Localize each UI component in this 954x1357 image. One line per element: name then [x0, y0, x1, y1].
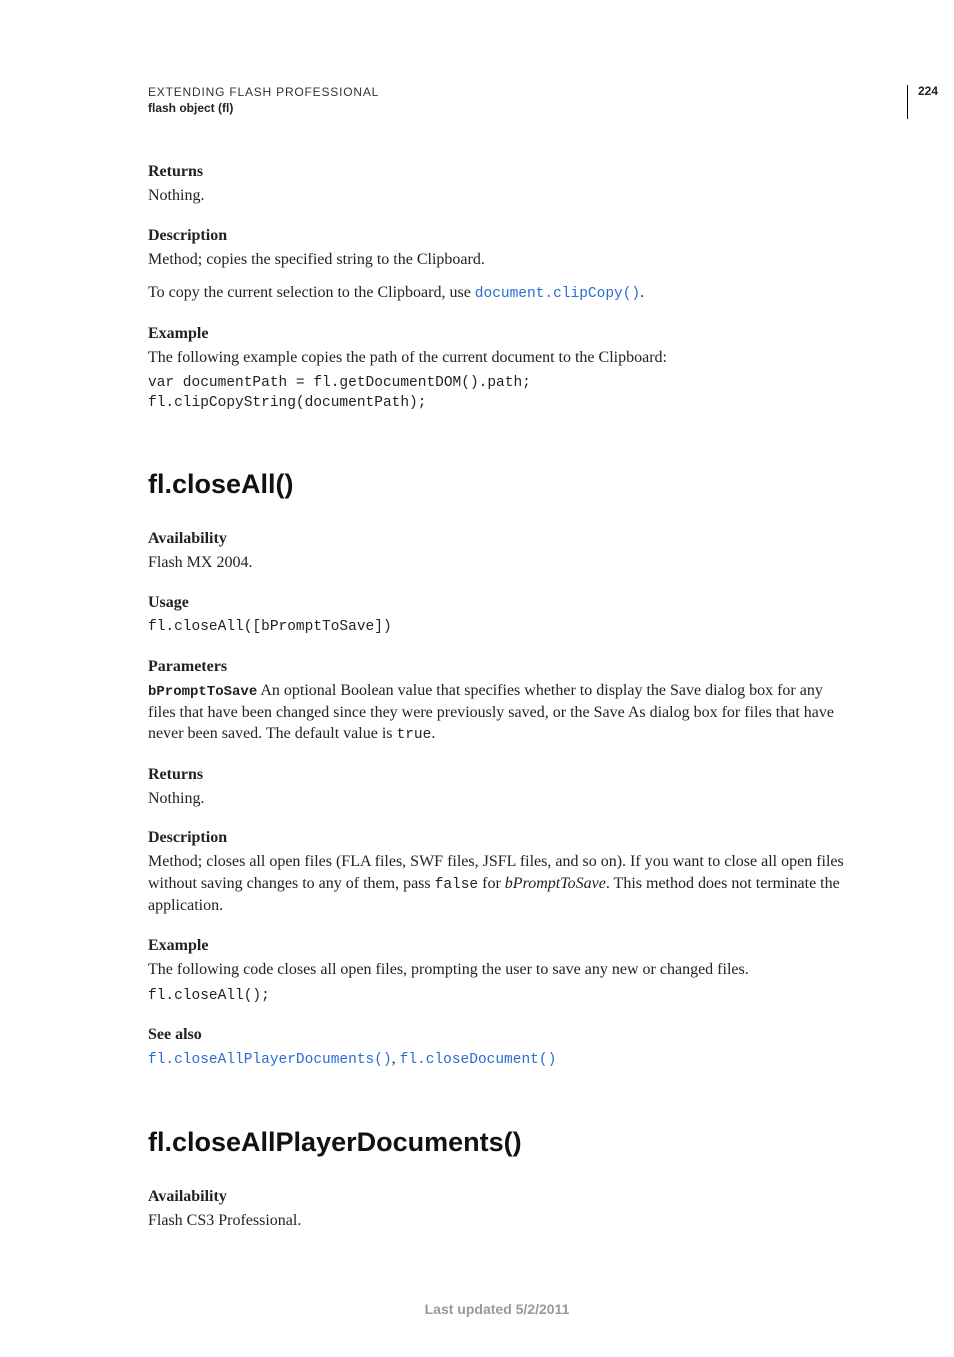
- link-document-clipcopy[interactable]: document.clipCopy(): [475, 286, 640, 302]
- section-closeall: fl.closeAll() Availability Flash MX 2004…: [148, 469, 846, 1070]
- text: To copy the current selection to the Cli…: [148, 284, 475, 301]
- description-body-2: To copy the current selection to the Cli…: [148, 282, 846, 305]
- parameters-heading: Parameters: [148, 658, 846, 676]
- usage-code: fl.closeAll([bPromptToSave]): [148, 618, 846, 638]
- param-name: bPromptToSave: [148, 684, 257, 700]
- link-closeallplayerdocuments[interactable]: fl.closeAllPlayerDocuments(): [148, 1052, 392, 1068]
- example-heading: Example: [148, 325, 846, 343]
- api-title-closeall: fl.closeAll(): [148, 469, 846, 500]
- returns-heading: Returns: [148, 766, 846, 784]
- availability-body: Flash MX 2004.: [148, 552, 846, 574]
- description-body: Method; copies the specified string to t…: [148, 249, 846, 271]
- example-body: The following example copies the path of…: [148, 347, 846, 369]
- returns-body: Nothing.: [148, 185, 846, 207]
- header-title: EXTENDING FLASH PROFESSIONAL: [148, 85, 846, 99]
- page-header: EXTENDING FLASH PROFESSIONAL flash objec…: [148, 85, 846, 115]
- param-italic: bPromptToSave: [505, 875, 606, 892]
- usage-heading: Usage: [148, 594, 846, 612]
- returns-heading: Returns: [148, 163, 846, 181]
- text: for: [478, 875, 505, 892]
- link-closedocument[interactable]: fl.closeDocument(): [400, 1052, 557, 1068]
- description-body: Method; closes all open files (FLA files…: [148, 851, 846, 917]
- parameters-body: bPromptToSave An optional Boolean value …: [148, 680, 846, 746]
- text: .: [640, 284, 644, 301]
- footer-last-updated: Last updated 5/2/2011: [148, 1301, 846, 1317]
- page-number: 224: [907, 85, 938, 119]
- api-title-closeallplayerdocuments: fl.closeAllPlayerDocuments(): [148, 1127, 846, 1158]
- section-closeallplayerdocuments: fl.closeAllPlayerDocuments() Availabilit…: [148, 1127, 846, 1232]
- description-heading: Description: [148, 227, 846, 245]
- availability-heading: Availability: [148, 530, 846, 548]
- example-code: fl.closeAll();: [148, 987, 846, 1007]
- page: EXTENDING FLASH PROFESSIONAL flash objec…: [0, 0, 954, 1357]
- returns-body: Nothing.: [148, 788, 846, 810]
- code-true: true: [397, 727, 432, 743]
- example-heading: Example: [148, 937, 846, 955]
- availability-heading: Availability: [148, 1188, 846, 1206]
- description-heading: Description: [148, 829, 846, 847]
- example-code: var documentPath = fl.getDocumentDOM().p…: [148, 374, 846, 413]
- example-body: The following code closes all open files…: [148, 959, 846, 981]
- header-subtitle: flash object (fl): [148, 101, 846, 115]
- code-false: false: [435, 877, 479, 893]
- seealso-heading: See also: [148, 1026, 846, 1044]
- section-clipcopy-continued: Returns Nothing. Description Method; cop…: [148, 163, 846, 413]
- text: .: [431, 725, 435, 742]
- availability-body: Flash CS3 Professional.: [148, 1210, 846, 1232]
- seealso-body: fl.closeAllPlayerDocuments(), fl.closeDo…: [148, 1048, 846, 1071]
- text: ,: [392, 1050, 400, 1067]
